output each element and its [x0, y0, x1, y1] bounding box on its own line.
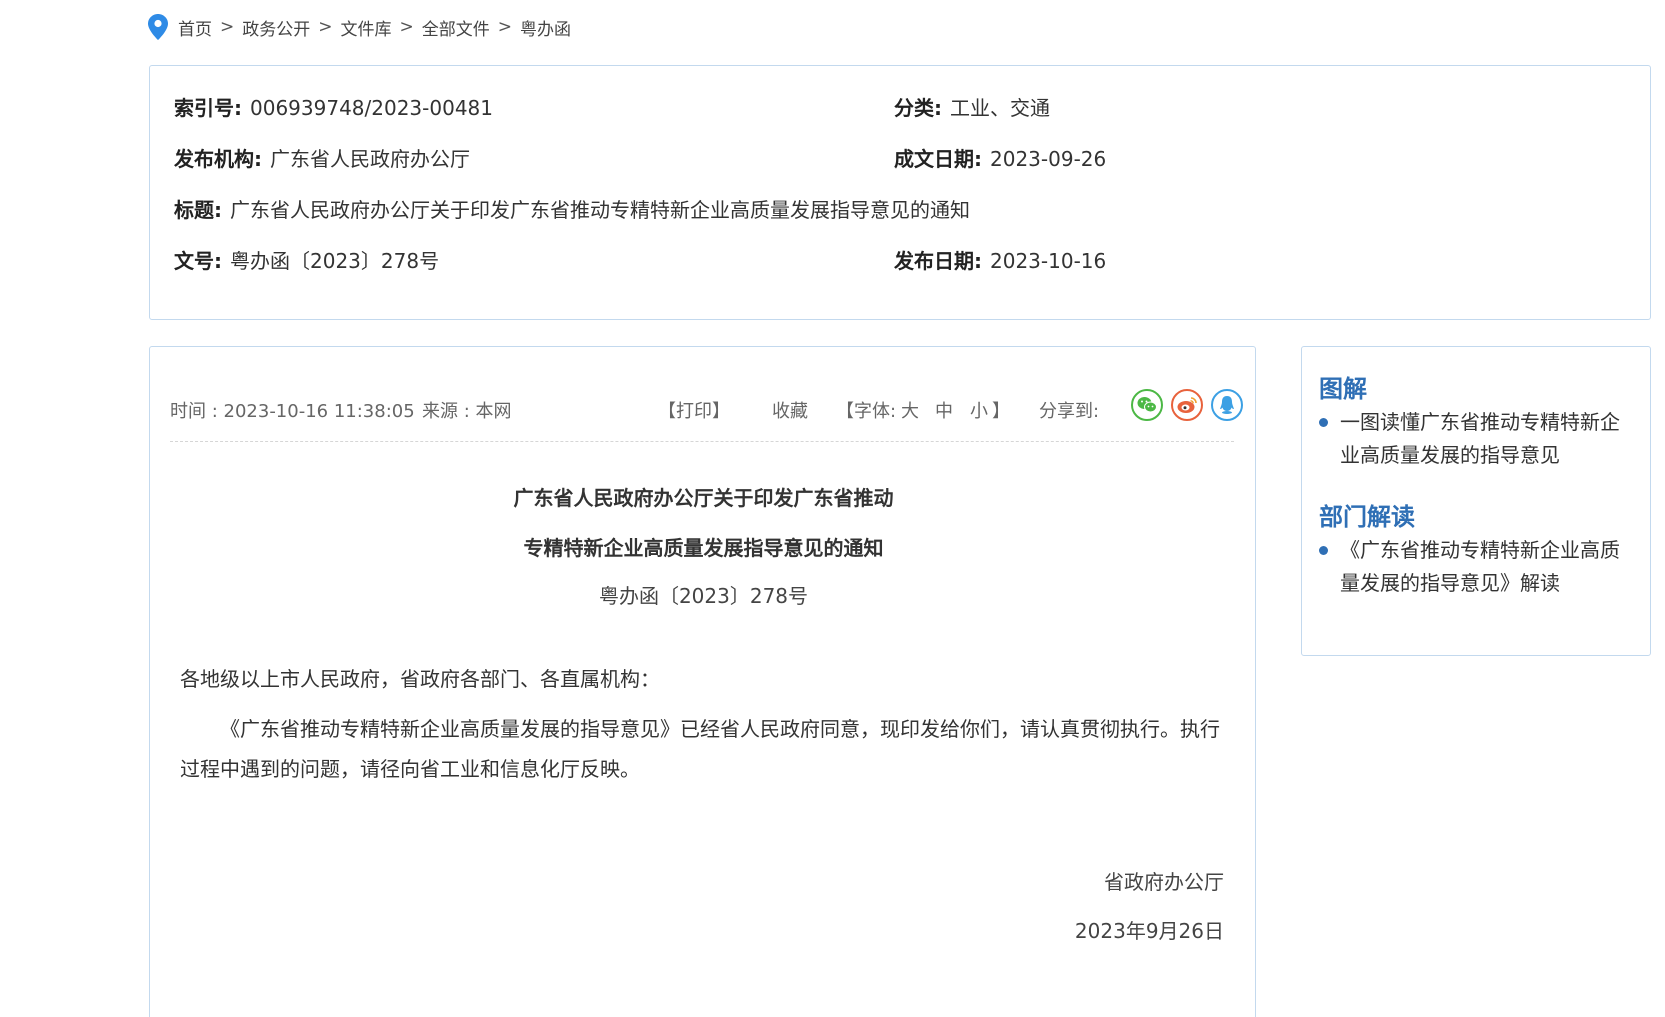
article-meta-bar: 时间 : 2023-10-16 11:38:05 来源 : 本网 【打印】 收藏… [170, 387, 1243, 427]
article-salutation: 各地级以上市人民政府，省政府各部门、各直属机构： [180, 667, 660, 691]
bullet-icon [1319, 418, 1328, 427]
sidebar-infographic-link-text[interactable]: 一图读懂广东省推动专精特新企业高质量发展的指导意见 [1340, 406, 1639, 472]
breadcrumb-separator: > [220, 17, 235, 37]
info-title-value: 广东省人民政府办公厅关于印发广东省推动专精特新企业高质量发展指导意见的通知 [230, 198, 970, 222]
info-written-date-value: 2023-09-26 [990, 147, 1107, 171]
info-index: 索引号: 006939748/2023-00481 [174, 92, 493, 121]
info-publish-date-value: 2023-10-16 [990, 249, 1107, 273]
article-signature: 省政府办公厅 [1104, 870, 1224, 894]
breadcrumb-separator: > [399, 17, 414, 37]
sidebar-infographic-link[interactable]: 一图读懂广东省推动专精特新企业高质量发展的指导意见 [1319, 406, 1639, 472]
article-title-line2: 专精特新企业高质量发展指导意见的通知 [523, 536, 884, 560]
print-button[interactable]: 【打印】 [658, 397, 730, 423]
info-publish-date: 发布日期: 2023-10-16 [894, 245, 1106, 274]
info-publisher: 发布机构: 广东省人民政府办公厅 [174, 143, 470, 172]
bullet-icon [1319, 546, 1328, 555]
location-pin-icon [148, 14, 168, 40]
info-category-value: 工业、交通 [950, 96, 1050, 120]
info-title: 标题: 广东省人民政府办公厅关于印发广东省推动专精特新企业高质量发展指导意见的通知 [174, 194, 970, 223]
article-date: 2023年9月26日 [1074, 919, 1224, 943]
info-doc-no-value: 粤办函〔2023〕278号 [230, 249, 440, 273]
sidebar-interpretation-heading: 部门解读 [1319, 503, 1415, 531]
breadcrumb-current[interactable]: 粤办函 [520, 15, 571, 40]
sidebar-interpretation-link[interactable]: 《广东省推动专精特新企业高质量发展的指导意见》解读 [1319, 534, 1639, 600]
weibo-icon[interactable] [1171, 389, 1203, 421]
page: 首页 > 政务公开 > 文件库 > 全部文件 > 粤办函 索引号: 0069397… [0, 0, 1665, 1017]
info-category: 分类: 工业、交通 [894, 92, 1050, 121]
info-written-date-label: 成文日期: [894, 147, 982, 171]
breadcrumb-gov-affairs[interactable]: 政务公开 [242, 15, 310, 40]
font-size-close: 】 [992, 401, 1010, 422]
info-doc-no: 文号: 粤办函〔2023〕278号 [174, 245, 439, 274]
sidebar-panel: 图解 一图读懂广东省推动专精特新企业高质量发展的指导意见 部门解读 《广东省推动… [1301, 346, 1651, 656]
breadcrumb-home[interactable]: 首页 [178, 15, 212, 40]
breadcrumb-all-files[interactable]: 全部文件 [422, 15, 490, 40]
breadcrumb-separator: > [497, 17, 512, 37]
article-panel: 时间 : 2023-10-16 11:38:05 来源 : 本网 【打印】 收藏… [149, 346, 1256, 1017]
info-category-label: 分类: [894, 96, 942, 120]
wechat-icon[interactable] [1131, 389, 1163, 421]
article-body: 《广东省推动专精特新企业高质量发展的指导意见》已经省人民政府同意，现印发给你们，… [180, 717, 1220, 781]
document-info-box: 索引号: 006939748/2023-00481 分类: 工业、交通 发布机构: 广… [149, 65, 1651, 320]
font-large-button[interactable]: 大 [901, 397, 919, 423]
font-size-open: 【字体: [836, 401, 897, 422]
publish-time: 时间 : 2023-10-16 11:38:05 [170, 401, 415, 422]
article-title-line1: 广东省人民政府办公厅关于印发广东省推动 [513, 486, 894, 510]
share-label: 分享到: [1039, 401, 1100, 422]
sidebar-interpretation-link-text[interactable]: 《广东省推动专精特新企业高质量发展的指导意见》解读 [1340, 534, 1639, 600]
font-medium-button[interactable]: 中 [935, 397, 953, 423]
meta-divider [170, 441, 1234, 442]
sidebar-infographic-heading: 图解 [1319, 375, 1367, 403]
info-publisher-value: 广东省人民政府办公厅 [270, 147, 470, 171]
breadcrumb-file-library[interactable]: 文件库 [341, 15, 392, 40]
font-small-button[interactable]: 小 [970, 397, 988, 423]
info-publish-date-label: 发布日期: [894, 249, 982, 273]
info-index-label: 索引号: [174, 96, 242, 120]
breadcrumb-separator: > [318, 17, 333, 37]
info-index-value: 006939748/2023-00481 [250, 96, 493, 120]
info-doc-no-label: 文号: [174, 249, 222, 273]
qq-icon[interactable] [1211, 389, 1243, 421]
article-doc-number: 粤办函〔2023〕278号 [598, 584, 809, 608]
info-publisher-label: 发布机构: [174, 147, 262, 171]
info-title-label: 标题: [174, 198, 222, 222]
info-written-date: 成文日期: 2023-09-26 [894, 143, 1106, 172]
source-label: 来源 : 本网 [422, 401, 512, 422]
favorite-button[interactable]: 收藏 [772, 397, 808, 423]
breadcrumb: 首页 > 政务公开 > 文件库 > 全部文件 > 粤办函 [148, 14, 571, 40]
